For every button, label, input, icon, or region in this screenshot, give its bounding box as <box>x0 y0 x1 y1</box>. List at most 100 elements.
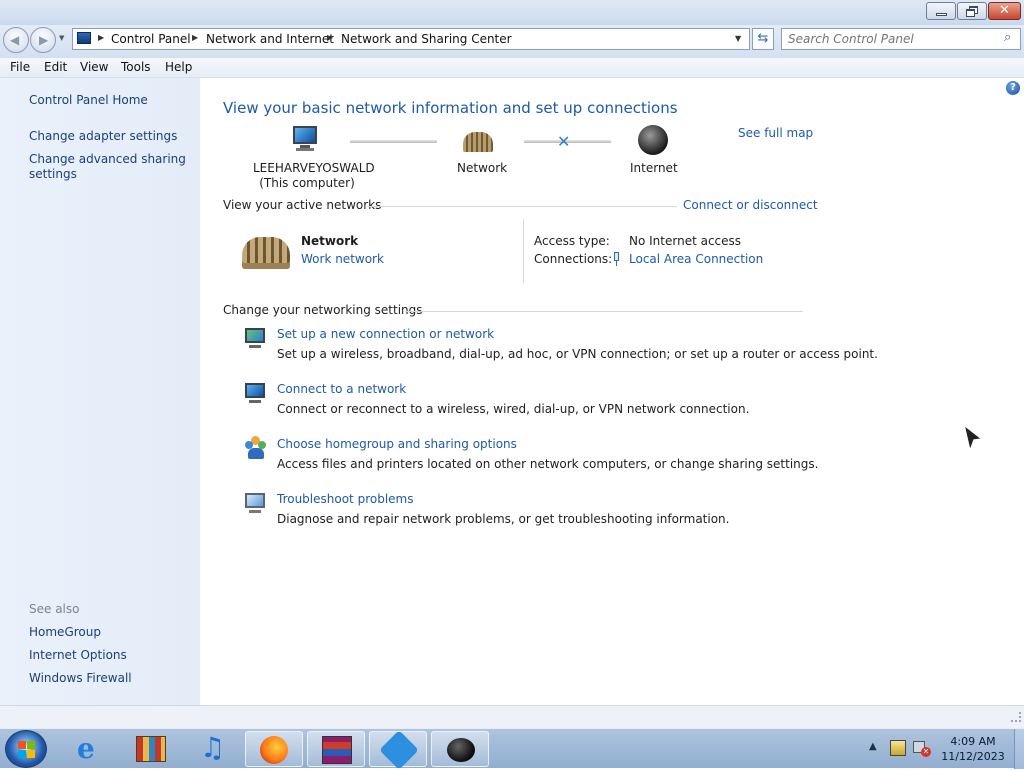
restore-button[interactable] <box>957 2 987 20</box>
search-input[interactable] <box>788 31 998 47</box>
breadcrumb-network-sharing-center[interactable]: Network and Sharing Center <box>341 32 512 46</box>
control-panel-icon <box>77 32 91 44</box>
main-content: ? View your basic network information an… <box>200 78 1024 705</box>
menu-tools[interactable]: Tools <box>121 60 151 74</box>
red-x-icon: ✕ <box>921 747 931 757</box>
task-troubleshoot-link[interactable]: Troubleshoot problems <box>277 492 413 506</box>
clock-time: 4:09 AM <box>950 735 996 748</box>
address-bar[interactable]: ▶ Control Panel ▶ Network and Internet ▶… <box>72 28 750 50</box>
taskbar-internet-explorer[interactable]: e <box>61 731 119 767</box>
access-type-value: No Internet access <box>629 234 742 248</box>
taskbar-network-sharing[interactable] <box>431 731 489 767</box>
menu-file[interactable]: File <box>10 60 30 74</box>
internet-globe-icon[interactable] <box>638 125 668 155</box>
computer-network-link <box>350 140 437 143</box>
page-title: View your basic network information and … <box>223 99 678 117</box>
resize-grip-icon[interactable] <box>1011 712 1021 722</box>
show-hidden-icons-button[interactable]: ▲ <box>869 741 877 752</box>
recent-pages-dropdown-icon[interactable]: ▼ <box>59 34 64 42</box>
setup-connection-icon <box>243 327 267 349</box>
refresh-icon: ⇆ <box>757 31 769 46</box>
network-map-icon[interactable] <box>463 128 493 154</box>
close-button[interactable]: ✕ <box>988 2 1021 20</box>
back-arrow-icon: ◀ <box>10 33 20 47</box>
minimize-icon <box>936 13 947 16</box>
taskbar: e ♫ ▲ ✕ 4:09 AM 11/12/2023 <box>0 728 1024 770</box>
connect-or-disconnect-link[interactable]: Connect or disconnect <box>683 198 818 212</box>
menu-bar: File Edit View Tools Help <box>0 58 1024 78</box>
address-dropdown-icon[interactable]: ▼ <box>735 34 741 43</box>
internet-explorer-icon: e <box>77 732 95 765</box>
network-sharing-icon <box>447 738 475 762</box>
network-status-icon[interactable]: ✕ <box>913 739 931 757</box>
task-setup-connection-link[interactable]: Set up a new connection or network <box>277 327 494 341</box>
computer-icon[interactable] <box>290 126 320 154</box>
task-connect-network-desc: Connect or reconnect to a wireless, wire… <box>277 402 750 416</box>
close-icon: ✕ <box>999 3 1010 18</box>
action-center-icon[interactable] <box>890 740 906 756</box>
back-button[interactable]: ◀ <box>3 27 29 53</box>
sidebar-homegroup[interactable]: HomeGroup <box>29 625 101 640</box>
sidebar-internet-options[interactable]: Internet Options <box>29 648 127 663</box>
forward-arrow-icon: ▶ <box>39 33 49 47</box>
window: ✕ ◀ ▶ ▼ ▶ Control Panel ▶ Network and In… <box>0 0 1024 728</box>
taskbar-winrar[interactable] <box>307 731 365 767</box>
task-setup-connection-desc: Set up a wireless, broadband, dial-up, a… <box>277 347 878 361</box>
sidebar-windows-firewall[interactable]: Windows Firewall <box>29 671 132 686</box>
access-type-label: Access type: <box>534 234 610 248</box>
sidebar-control-panel-home[interactable]: Control Panel Home <box>29 93 148 108</box>
disconnected-x-icon[interactable]: ✕ <box>557 132 570 151</box>
work-network-link[interactable]: Work network <box>301 252 384 266</box>
status-bar <box>0 705 1024 728</box>
local-area-connection-link[interactable]: Local Area Connection <box>629 252 763 266</box>
task-troubleshoot-desc: Diagnose and repair network problems, or… <box>277 512 730 526</box>
system-clock[interactable]: 4:09 AM 11/12/2023 <box>936 734 1010 764</box>
task-homegroup-link[interactable]: Choose homegroup and sharing options <box>277 437 517 451</box>
taskbar-music[interactable]: ♫ <box>184 731 242 767</box>
computer-label: LEEHARVEYOSWALD (This computer) <box>253 161 375 190</box>
taskbar-library[interactable] <box>122 731 180 767</box>
breadcrumb-control-panel[interactable]: Control Panel <box>111 32 191 46</box>
taskbar-firefox[interactable] <box>245 731 303 767</box>
see-full-map-link[interactable]: See full map <box>738 126 813 140</box>
search-box[interactable]: ⌕ <box>781 28 1021 50</box>
task-connect-network-link[interactable]: Connect to a network <box>277 382 406 396</box>
connect-network-icon <box>243 382 267 404</box>
active-networks-heading: View your active networks <box>223 198 382 212</box>
ethernet-connection-icon <box>612 252 621 266</box>
taskbar-tool[interactable] <box>369 730 427 770</box>
menu-edit[interactable]: Edit <box>44 60 67 74</box>
library-icon <box>136 736 166 762</box>
forward-button[interactable]: ▶ <box>30 27 56 53</box>
mouse-cursor-icon <box>962 423 984 454</box>
start-button[interactable] <box>5 730 47 768</box>
active-network-name: Network <box>301 234 359 248</box>
sidebar: Control Panel Home Change adapter settin… <box>0 78 200 705</box>
breadcrumb-network-and-internet[interactable]: Network and Internet <box>206 32 334 46</box>
address-row: ◀ ▶ ▼ ▶ Control Panel ▶ Network and Inte… <box>0 25 1024 58</box>
see-also-heading: See also <box>29 602 80 616</box>
networking-settings-heading: Change your networking settings <box>223 303 423 317</box>
help-icon[interactable]: ? <box>1006 81 1020 95</box>
wrench-icon <box>379 730 419 770</box>
windows-logo-icon <box>18 741 26 749</box>
task-homegroup-desc: Access files and printers located on oth… <box>277 457 819 471</box>
music-note-icon: ♫ <box>200 731 226 764</box>
search-icon[interactable]: ⌕ <box>1004 30 1011 45</box>
minimize-button[interactable] <box>926 2 956 20</box>
show-desktop-button[interactable] <box>1014 729 1024 769</box>
sidebar-change-advanced-sharing[interactable]: Change advanced sharing settings <box>29 152 186 182</box>
connections-label: Connections: <box>534 252 613 266</box>
troubleshoot-icon <box>243 492 267 514</box>
colosseum-network-icon[interactable] <box>242 233 290 271</box>
menu-help[interactable]: Help <box>165 60 192 74</box>
menu-view[interactable]: View <box>80 60 108 74</box>
firefox-icon <box>260 736 288 764</box>
refresh-button[interactable]: ⇆ <box>752 28 774 50</box>
winrar-icon <box>322 736 352 764</box>
homegroup-icon <box>245 436 267 460</box>
title-bar: ✕ <box>0 0 1024 25</box>
sidebar-change-adapter-settings[interactable]: Change adapter settings <box>29 129 177 144</box>
internet-label: Internet <box>630 161 678 175</box>
network-label: Network <box>457 161 508 175</box>
